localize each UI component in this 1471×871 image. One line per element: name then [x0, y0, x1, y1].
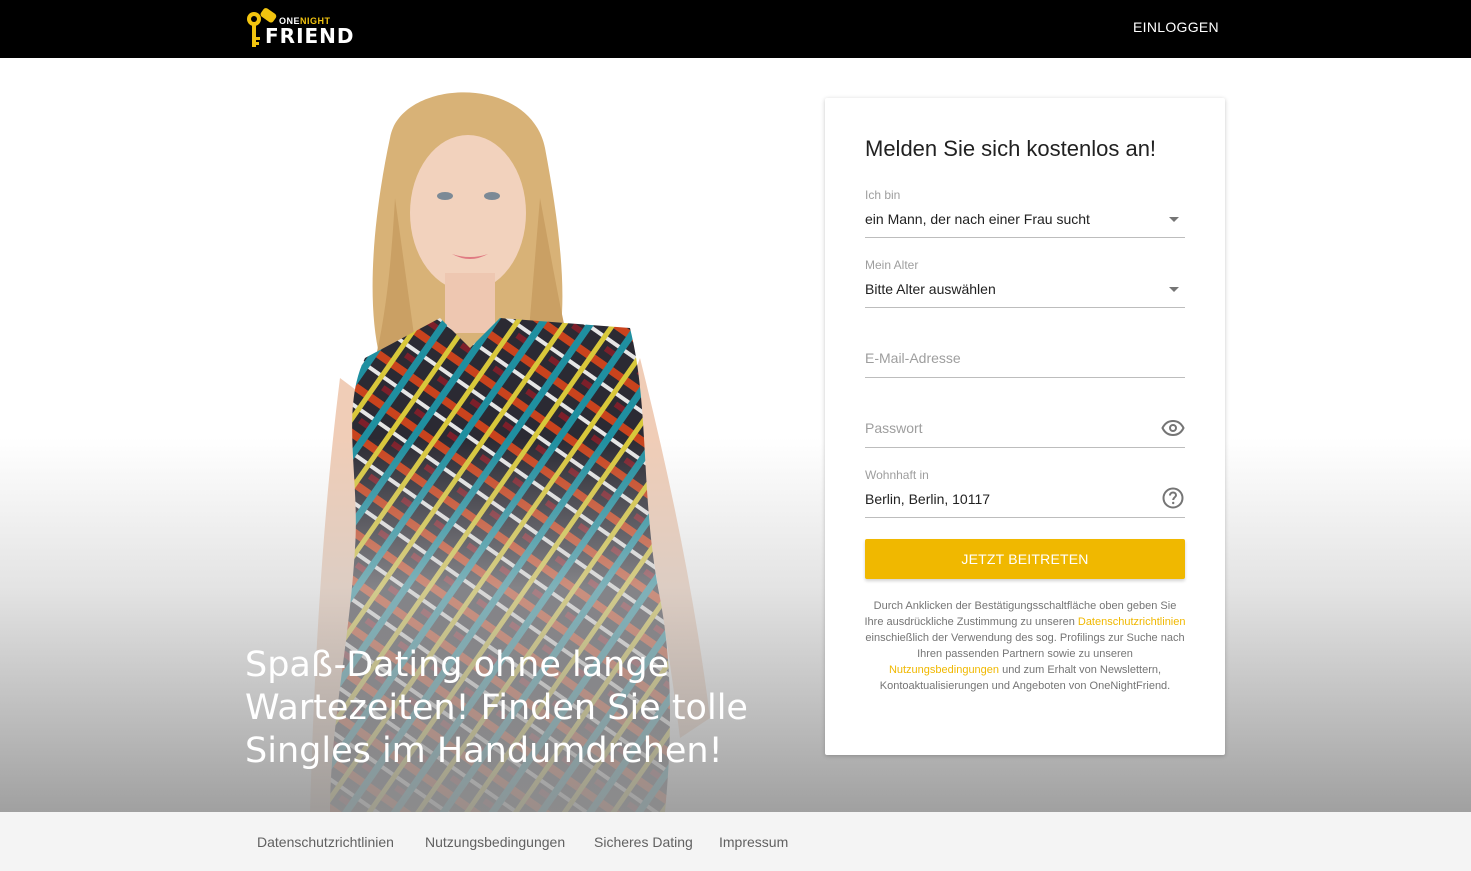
footer: Datenschutzrichtlinien Nutzungsbedingung… [0, 812, 1471, 871]
terms-link[interactable]: Nutzungsbedingungen [889, 664, 999, 676]
gender-value: ein Mann, der nach einer Frau sucht [865, 211, 1090, 227]
password-field[interactable]: Passwort [865, 398, 1185, 448]
gender-select[interactable]: Ich bin ein Mann, der nach einer Frau su… [865, 188, 1185, 238]
footer-link-terms[interactable]: Nutzungsbedingungen [425, 834, 565, 850]
location-label: Wohnhaft in [865, 468, 929, 482]
footer-link-safe-dating[interactable]: Sicheres Dating [594, 834, 693, 850]
eye-icon[interactable] [1161, 416, 1185, 440]
password-placeholder: Passwort [865, 420, 923, 436]
footer-link-imprint[interactable]: Impressum [719, 834, 788, 850]
signup-title: Melden Sie sich kostenlos an! [865, 136, 1157, 161]
signup-card: Melden Sie sich kostenlos an! Ich bin ei… [825, 98, 1225, 755]
privacy-policy-link[interactable]: Datenschutzrichtlinien [1078, 616, 1186, 628]
help-circle-icon[interactable] [1161, 486, 1185, 510]
location-value: Berlin, Berlin, 10117 [865, 491, 991, 507]
legal-consent-text: Durch Anklicken der Bestätigungsschaltfl… [864, 600, 1186, 692]
age-select[interactable]: Mein Alter Bitte Alter auswählen [865, 258, 1185, 308]
email-placeholder: E-Mail-Adresse [865, 350, 961, 366]
hero-headline: Spaß-Dating ohne lange Wartezeiten! Find… [245, 645, 748, 771]
footer-link-privacy[interactable]: Datenschutzrichtlinien [257, 834, 394, 850]
chevron-down-icon [1169, 287, 1179, 292]
hero-section: Spaß-Dating ohne lange Wartezeiten! Find… [0, 58, 1471, 812]
age-value: Bitte Alter auswählen [865, 281, 996, 297]
gender-label: Ich bin [865, 188, 901, 202]
login-link[interactable]: EINLOGGEN [1133, 19, 1219, 35]
email-field[interactable]: E-Mail-Adresse [865, 328, 1185, 378]
brand-wordmark: FRIEND [265, 24, 355, 48]
age-label: Mein Alter [865, 258, 919, 272]
top-bar: ONENIGHT FRIEND EINLOGGEN [0, 0, 1471, 58]
join-now-button[interactable]: JETZT BEITRETEN [865, 539, 1185, 579]
chevron-down-icon [1169, 217, 1179, 222]
brand-logo[interactable]: ONENIGHT FRIEND [244, 7, 354, 49]
location-field[interactable]: Wohnhaft in Berlin, Berlin, 10117 [865, 468, 1185, 518]
